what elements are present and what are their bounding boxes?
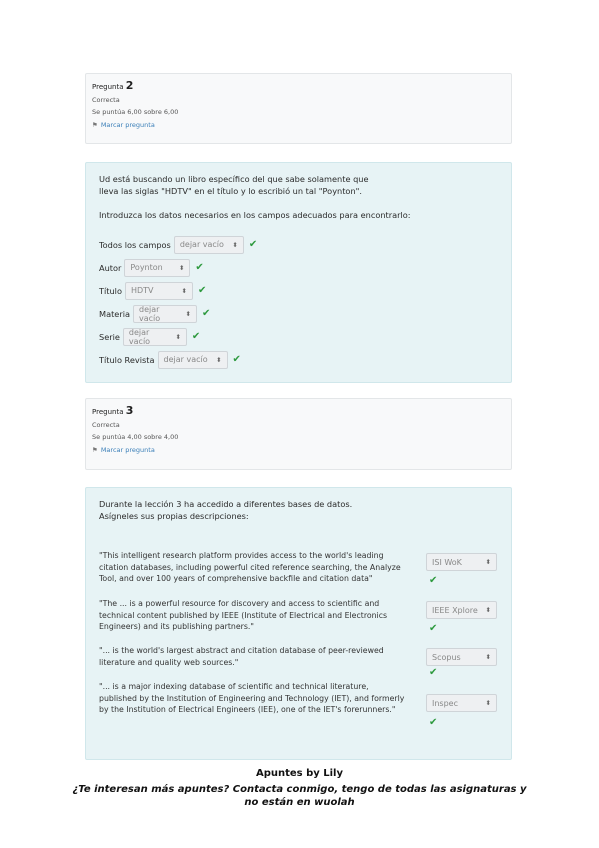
flag-question-label: Marcar pregunta <box>100 446 155 454</box>
match-select[interactable]: IEEE Xplore ⬍ <box>426 601 497 619</box>
question-3-content: Durante la lección 3 ha accedido a difer… <box>85 487 512 760</box>
select-arrows-icon: ⬍ <box>181 286 187 295</box>
select-arrows-icon: ⬍ <box>485 699 491 707</box>
field-label: Materia <box>99 308 130 319</box>
select-arrows-icon: ⬍ <box>485 653 491 661</box>
field-label: Todos los campos <box>99 239 171 250</box>
question-3-intro-2: Asígneles sus propias descripciones: <box>99 511 249 521</box>
select-value: Scopus <box>432 652 461 662</box>
flag-question-link[interactable]: ⚑ Marcar pregunta <box>92 121 505 129</box>
select-arrows-icon: ⬍ <box>178 263 185 272</box>
question-2-title: Pregunta 2 <box>92 79 505 92</box>
check-icon: ✔ <box>429 667 438 678</box>
question-3-title: Pregunta 3 <box>92 404 505 417</box>
select-arrows-icon: ⬍ <box>485 606 491 614</box>
match-select[interactable]: Scopus ⬍ <box>426 648 497 666</box>
field-row-todos: Todos los campos dejar vacío ⬍ ✔ <box>99 233 498 256</box>
field-select[interactable]: HDTV ⬍ <box>124 281 193 300</box>
match-description: "... is the world's largest abstract and… <box>99 646 384 667</box>
question-status: Correcta <box>92 96 120 104</box>
select-value: Inspec <box>432 698 458 708</box>
select-arrows-icon: ⬍ <box>216 355 222 364</box>
select-arrows-icon: ⬍ <box>232 240 238 249</box>
flag-icon: ⚑ <box>92 121 98 129</box>
check-icon: ✔ <box>232 354 241 365</box>
select-arrows-icon: ⬍ <box>485 558 491 566</box>
field-row-titulo: Título HDTV ⬍ ✔ <box>99 279 498 302</box>
match-select[interactable]: ISI WoK ⬍ <box>426 553 497 571</box>
question-label: Pregunta <box>92 408 124 416</box>
select-value: IEEE Xplore <box>432 605 478 615</box>
field-label: Serie <box>99 331 120 342</box>
select-value: dejar vacío <box>179 240 224 249</box>
field-select[interactable]: dejar vacío ⬍ <box>173 235 244 254</box>
check-icon: ✔ <box>202 308 211 319</box>
question-2-content: Ud está buscando un libro específico del… <box>85 162 512 383</box>
field-label: Autor <box>99 262 122 273</box>
field-row-autor: Autor Poynton ⬍ ✔ <box>99 256 498 279</box>
match-description: "The ... is a powerful resource for disc… <box>99 599 388 631</box>
select-arrows-icon: ⬍ <box>175 332 181 341</box>
field-row-titulo-revista: Título Revista dejar vacío ⬍ ✔ <box>99 348 498 371</box>
footer-message-line-1: ¿Te interesan más apuntes? Contacta conm… <box>72 784 527 795</box>
field-row-serie: Serie dejar vacío ⬍ ✔ <box>99 325 498 348</box>
select-value: dejar vacío <box>163 355 208 364</box>
flag-icon: ⚑ <box>92 446 98 454</box>
question-2-info: Pregunta 2 Correcta Se puntúa 6,00 sobre… <box>85 73 512 144</box>
question-3-info: Pregunta 3 Correcta Se puntúa 4,00 sobre… <box>85 398 512 470</box>
flag-question-label: Marcar pregunta <box>100 121 155 129</box>
match-description: "This intelligent research platform prov… <box>99 551 401 583</box>
field-row-materia: Materia dejar vacío ⬍ ✔ <box>99 302 498 325</box>
select-value: dejar vacío <box>128 327 151 346</box>
footer-message: ¿Te interesan más apuntes? Contacta conm… <box>0 783 599 809</box>
question-2-instruction: Introduzca los datos necesarios en los c… <box>99 210 411 220</box>
question-2-intro-1: Ud está buscando un libro específico del… <box>99 174 369 184</box>
field-select[interactable]: dejar vacío ⬍ <box>122 327 187 346</box>
check-icon: ✔ <box>429 717 438 728</box>
check-icon: ✔ <box>429 575 438 586</box>
select-value: HDTV <box>130 286 154 295</box>
select-arrows-icon: ⬍ <box>185 309 191 318</box>
check-icon: ✔ <box>248 239 258 250</box>
check-icon: ✔ <box>191 331 201 342</box>
select-value: dejar vacío <box>139 304 161 323</box>
question-score: Se puntúa 6,00 sobre 6,00 <box>92 108 179 116</box>
question-score: Se puntúa 4,00 sobre 4,00 <box>92 433 179 441</box>
match-select[interactable]: Inspec ⬍ <box>426 694 497 712</box>
field-label: Título Revista <box>99 354 155 365</box>
check-icon: ✔ <box>197 285 207 296</box>
select-value: Poynton <box>130 263 163 272</box>
question-2-intro-2: lleva las siglas "HDTV" en el título y l… <box>99 186 363 196</box>
question-status: Correcta <box>92 421 120 429</box>
footer-message-line-2: no están en wuolah <box>244 797 355 808</box>
check-icon: ✔ <box>195 262 204 273</box>
question-3-intro-1: Durante la lección 3 ha accedido a difer… <box>99 499 353 509</box>
check-icon: ✔ <box>429 623 438 634</box>
field-label: Título <box>99 285 122 296</box>
match-item: "... is a major indexing database of sci… <box>99 681 498 739</box>
question-number: 2 <box>125 79 134 92</box>
match-item: "The ... is a powerful resource for disc… <box>99 598 498 645</box>
field-select[interactable]: Poynton ⬍ <box>124 258 191 277</box>
match-item: "This intelligent research platform prov… <box>99 550 498 598</box>
field-select[interactable]: dejar vacío ⬍ <box>133 304 197 323</box>
match-item: "... is the world's largest abstract and… <box>99 645 498 681</box>
match-description: "... is a major indexing database of sci… <box>99 682 405 714</box>
question-label: Pregunta <box>92 83 124 91</box>
footer-title: Apuntes by Lily <box>255 768 344 779</box>
select-value: ISI WoK <box>432 557 462 567</box>
question-number: 3 <box>125 404 134 417</box>
field-select[interactable]: dejar vacío ⬍ <box>157 350 228 369</box>
flag-question-link[interactable]: ⚑ Marcar pregunta <box>92 446 505 454</box>
